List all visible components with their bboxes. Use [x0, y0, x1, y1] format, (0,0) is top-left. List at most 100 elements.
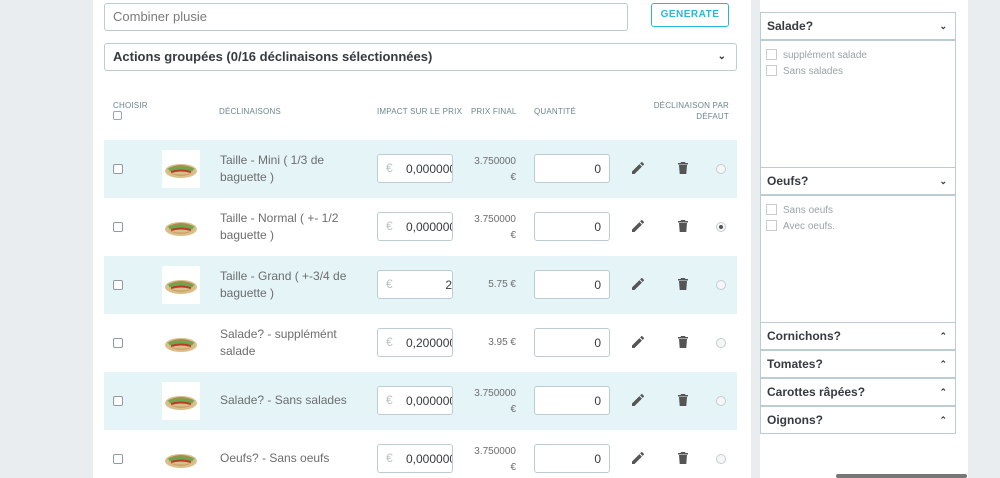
select-all-checkbox[interactable] — [113, 111, 122, 120]
declination-name: Oeufs? - Sans oeufs — [220, 451, 330, 465]
quantity-input[interactable]: 0 — [534, 444, 610, 473]
checkbox[interactable] — [766, 49, 777, 60]
table-row: Taille - Normal ( +- 1/2 baguette ) €0,00… — [104, 198, 737, 256]
quantity-input[interactable]: 0 — [534, 212, 610, 241]
row-checkbox[interactable] — [113, 338, 123, 348]
product-thumbnail — [162, 440, 200, 478]
quantity-value: 0 — [594, 162, 601, 176]
quantity-value: 0 — [594, 452, 601, 466]
currency-symbol: € — [386, 393, 393, 407]
chevron-up-icon: ⌃ — [939, 387, 947, 397]
attribute-label: Carottes râpées? — [767, 385, 866, 399]
quantity-input[interactable]: 0 — [534, 270, 610, 299]
quantity-value: 0 — [594, 336, 601, 350]
option-avec-oeufs[interactable]: Avec oeufs. — [766, 220, 835, 233]
row-checkbox[interactable] — [113, 280, 123, 290]
quantity-input[interactable]: 0 — [534, 328, 610, 357]
final-price: 3.750000 € — [474, 214, 516, 241]
header-final-price: PRIX FINAL — [471, 107, 517, 116]
edit-icon[interactable] — [630, 276, 646, 292]
edit-icon[interactable] — [630, 334, 646, 350]
product-thumbnail — [162, 150, 200, 188]
table-row: Salade? - Sans salades €0,000000 3.750000 €… — [104, 372, 737, 430]
edit-icon[interactable] — [630, 218, 646, 234]
option-sans-salades[interactable]: Sans salades — [766, 65, 843, 78]
product-thumbnail — [162, 266, 200, 304]
option-sans-oeufs[interactable]: Sans oeufs — [766, 204, 833, 217]
row-checkbox[interactable] — [113, 396, 123, 406]
edit-icon[interactable] — [630, 160, 646, 176]
horizontal-scrollbar[interactable] — [836, 474, 967, 478]
price-impact-input[interactable]: €0,000000 — [377, 154, 453, 183]
attribute-label: Salade? — [767, 19, 814, 33]
attribute-header-oignons[interactable]: Oignons? ⌃ — [760, 406, 956, 434]
row-checkbox[interactable] — [113, 454, 123, 464]
chevron-down-icon: ⌄ — [939, 176, 947, 186]
table-row: Salade? - supplémént salade €0,200000 3.95… — [104, 314, 737, 372]
generate-button[interactable]: GENERATE — [651, 3, 729, 27]
default-radio[interactable] — [716, 338, 726, 348]
trash-icon[interactable] — [675, 218, 691, 234]
header-declinations: DÉCLINAISONS — [219, 107, 281, 116]
table-row: Taille - Grand ( +-3/4 de baguette ) €2 5.… — [104, 256, 737, 314]
trash-icon[interactable] — [675, 392, 691, 408]
price-impact-input[interactable]: €0,000000 — [377, 212, 453, 241]
currency-symbol: € — [386, 219, 393, 233]
attribute-header-cornichons[interactable]: Cornichons? ⌃ — [760, 322, 956, 350]
attribute-header-carottes[interactable]: Carottes râpées? ⌃ — [760, 378, 956, 406]
product-thumbnail — [162, 208, 200, 246]
chevron-down-icon: ⌄ — [717, 51, 726, 62]
quantity-value: 0 — [594, 278, 601, 292]
price-impact-input[interactable]: €0,200000 — [377, 328, 453, 357]
checkbox[interactable] — [766, 65, 777, 76]
default-radio[interactable] — [716, 396, 726, 406]
final-price: 5.75 € — [488, 279, 516, 290]
attribute-header-tomates[interactable]: Tomates? ⌃ — [760, 350, 956, 378]
bulk-actions-label: Actions groupées (0/16 déclinaisons séle… — [113, 49, 433, 64]
attribute-header-oeufs[interactable]: Oeufs? ⌄ — [760, 167, 956, 195]
trash-icon[interactable] — [675, 334, 691, 350]
quantity-input[interactable]: 0 — [534, 386, 610, 415]
chevron-up-icon: ⌃ — [939, 359, 947, 369]
option-label: supplément salade — [783, 50, 867, 61]
attribute-label: Tomates? — [767, 357, 823, 371]
declination-name: Taille - Normal ( +- 1/2 baguette ) — [220, 211, 339, 242]
edit-icon[interactable] — [630, 450, 646, 466]
quantity-value: 0 — [594, 220, 601, 234]
row-checkbox[interactable] — [113, 164, 123, 174]
edit-icon[interactable] — [630, 392, 646, 408]
option-supplement-salade[interactable]: supplément salade — [766, 49, 867, 62]
checkbox[interactable] — [766, 204, 777, 215]
price-impact-value: 0,000000 — [406, 394, 452, 408]
default-radio[interactable] — [716, 164, 726, 174]
checkbox[interactable] — [766, 220, 777, 231]
default-radio[interactable] — [716, 454, 726, 464]
declination-name: Salade? - Sans salades — [220, 393, 347, 407]
attribute-label: Oeufs? — [767, 174, 809, 188]
trash-icon[interactable] — [675, 450, 691, 466]
default-radio[interactable] — [716, 222, 726, 232]
attribute-label: Oignons? — [767, 413, 823, 427]
product-thumbnail — [162, 382, 200, 420]
option-label: Sans oeufs — [783, 205, 834, 216]
attribute-header-salade[interactable]: Salade? ⌄ — [760, 12, 956, 40]
declination-name: Taille - Grand ( +-3/4 de baguette ) — [220, 269, 347, 300]
final-price: 3.750000 € — [474, 156, 516, 183]
price-impact-input[interactable]: €0,000000 — [377, 444, 453, 473]
currency-symbol: € — [386, 277, 393, 291]
currency-symbol: € — [386, 451, 393, 465]
header-choose: CHOISIR — [113, 101, 148, 110]
bulk-actions-dropdown[interactable]: Actions groupées (0/16 déclinaisons séle… — [104, 43, 737, 71]
default-radio[interactable] — [716, 280, 726, 290]
product-thumbnail — [162, 324, 200, 362]
header-quantity: QUANTITÉ — [534, 107, 577, 116]
trash-icon[interactable] — [675, 160, 691, 176]
quantity-input[interactable]: 0 — [534, 154, 610, 183]
row-checkbox[interactable] — [113, 222, 123, 232]
combine-input[interactable]: Combiner plusie — [104, 3, 628, 31]
option-label: Sans salades — [783, 66, 844, 77]
price-impact-input[interactable]: €2 — [377, 270, 453, 299]
trash-icon[interactable] — [675, 276, 691, 292]
currency-symbol: € — [386, 335, 393, 349]
price-impact-input[interactable]: €0,000000 — [377, 386, 453, 415]
